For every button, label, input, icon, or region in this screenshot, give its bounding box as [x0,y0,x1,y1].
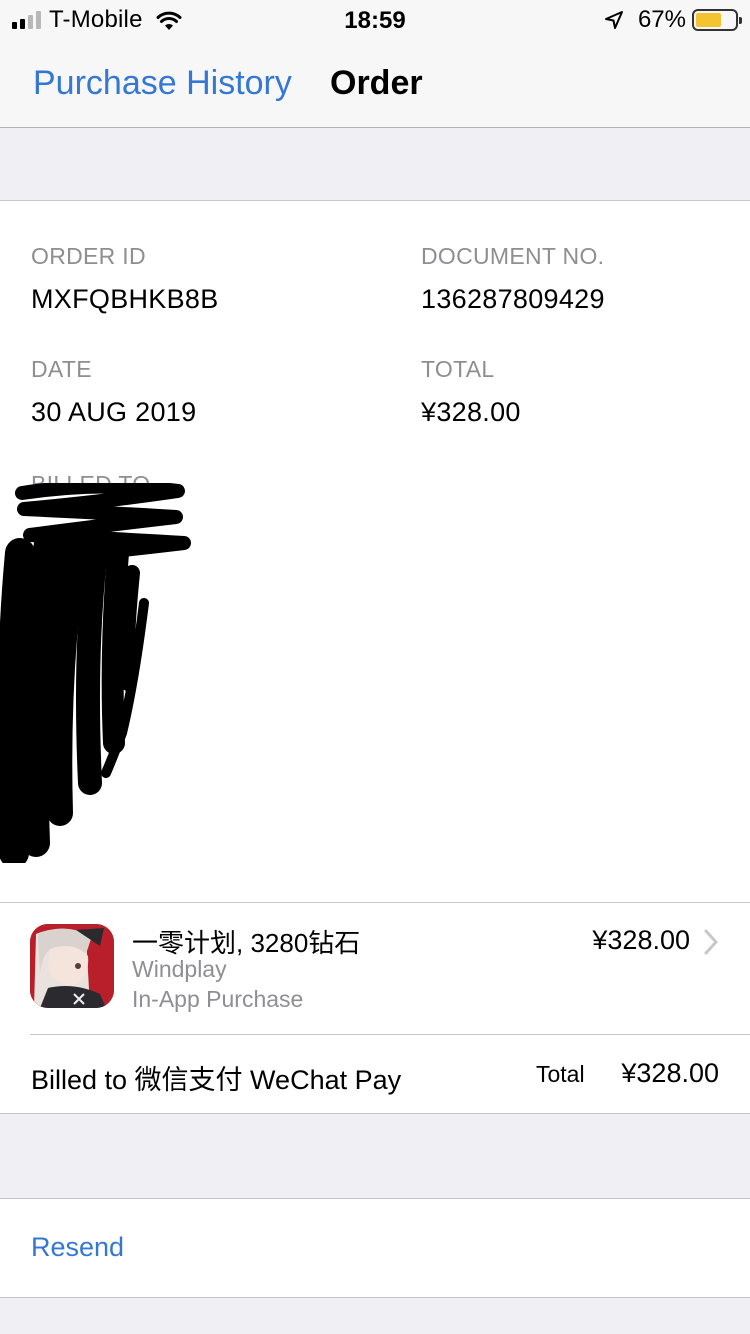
nav-bar: Purchase History Order [0,40,750,128]
order-details-card: ORDER ID MXFQBHKB8B DOCUMENT NO. 1362878… [0,200,750,903]
redaction-scribble [0,483,191,863]
screen: T-Mobile 18:59 67% Purchase History Orde… [0,0,750,1334]
document-no-value: 136287809429 [421,284,605,314]
document-no-label: DOCUMENT NO. [421,243,605,269]
battery-percent: 67% [637,6,686,33]
status-bar: T-Mobile 18:59 67% [0,0,750,40]
purchase-item-card: 一零计划, 3280钻石 Windplay In-App Purchase ¥3… [0,903,750,1114]
item-type: In-App Purchase [132,986,304,1012]
app-icon [30,924,114,1008]
page-title: Order [330,64,423,102]
date-label: DATE [31,356,92,382]
summary-total-value: ¥328.00 [621,1058,719,1088]
status-right: 67% [604,6,742,34]
chevron-right-icon [704,929,718,955]
resend-card: Resend [0,1198,750,1298]
battery-level [696,13,722,27]
order-id-value: MXFQBHKB8B [31,284,219,314]
location-icon [604,11,623,29]
battery-icon [692,9,742,31]
order-id-field: ORDER ID MXFQBHKB8B [31,243,219,315]
resend-button[interactable]: Resend [31,1232,124,1263]
total-value: ¥328.00 [421,397,521,427]
back-button[interactable]: Purchase History [33,64,292,103]
order-id-label: ORDER ID [31,243,146,269]
document-no-field: DOCUMENT NO. 136287809429 [421,243,605,315]
item-title: 一零计划, 3280钻石 [132,928,361,958]
item-developer: Windplay [132,956,227,982]
date-value: 30 AUG 2019 [31,397,197,427]
summary-total-label: Total [536,1061,585,1087]
billing-summary-row: Billed to 微信支付 WeChat Pay Total ¥328.00 [0,1035,750,1114]
total-field: TOTAL ¥328.00 [421,356,521,428]
total-label: TOTAL [421,356,495,382]
item-price: ¥328.00 [592,925,690,955]
purchase-item-row[interactable]: 一零计划, 3280钻石 Windplay In-App Purchase ¥3… [0,903,750,1034]
billed-to-payment: Billed to 微信支付 WeChat Pay [31,1065,402,1095]
date-field: DATE 30 AUG 2019 [31,356,196,428]
